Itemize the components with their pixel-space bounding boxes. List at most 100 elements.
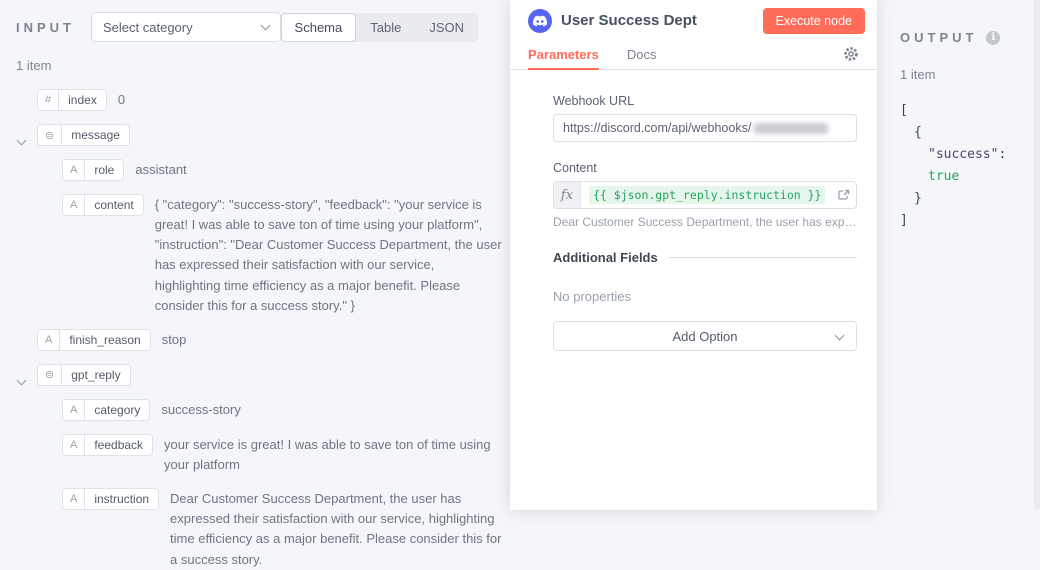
json-key: "success" bbox=[928, 147, 998, 162]
fx-icon: fx bbox=[554, 182, 581, 208]
schema-pill-index[interactable]: # index bbox=[37, 89, 107, 111]
schema-pill-instruction[interactable]: A instruction bbox=[62, 488, 159, 510]
additional-fields-title: Additional Fields bbox=[553, 250, 658, 265]
add-option-select[interactable]: Add Option bbox=[553, 321, 857, 351]
schema-tree: # index 0 ⊜ message A role assistant A bbox=[0, 89, 510, 570]
schema-value: 0 bbox=[118, 89, 125, 110]
collapse-toggle-icon[interactable] bbox=[18, 131, 25, 149]
schema-pill-feedback[interactable]: A feedback bbox=[62, 434, 153, 456]
output-item-count: 1 item bbox=[877, 45, 1040, 82]
display-mode-tabs: Schema Table JSON bbox=[281, 13, 478, 42]
webhook-url-input[interactable]: https://discord.com/api/webhooks/ bbox=[553, 114, 857, 142]
tab-json[interactable]: JSON bbox=[415, 13, 478, 42]
string-type-icon: A bbox=[63, 160, 85, 180]
execute-node-button[interactable]: Execute node bbox=[763, 8, 865, 34]
schema-pill-message[interactable]: ⊜ message bbox=[37, 124, 130, 146]
object-type-icon: ⊜ bbox=[38, 365, 62, 385]
json-line: } bbox=[900, 188, 1040, 210]
schema-key: message bbox=[62, 125, 129, 145]
json-boolean-value: true bbox=[928, 169, 959, 184]
schema-pill-role[interactable]: A role bbox=[62, 159, 124, 181]
content-field: Content fx {{ $json.gpt_reply.instructio… bbox=[553, 161, 857, 229]
schema-value: assistant bbox=[135, 159, 186, 180]
schema-pill-finish-reason[interactable]: A finish_reason bbox=[37, 329, 151, 351]
canvas-edge bbox=[1034, 0, 1040, 510]
schema-key: finish_reason bbox=[60, 330, 149, 350]
schema-pill-gpt-reply[interactable]: ⊜ gpt_reply bbox=[37, 364, 131, 386]
string-type-icon: A bbox=[63, 195, 85, 215]
input-panel-title: INPUT bbox=[16, 20, 75, 35]
json-line: ] bbox=[900, 210, 1040, 232]
tab-table[interactable]: Table bbox=[356, 13, 415, 42]
content-expression-input[interactable]: fx {{ $json.gpt_reply.instruction }} bbox=[553, 181, 857, 209]
schema-pill-category[interactable]: A category bbox=[62, 399, 150, 421]
content-expression-value: {{ $json.gpt_reply.instruction }} bbox=[589, 186, 825, 204]
collapse-toggle-icon[interactable] bbox=[18, 371, 25, 389]
chevron-down-icon bbox=[260, 21, 270, 31]
category-select[interactable]: Select category bbox=[91, 12, 281, 42]
object-type-icon: ⊜ bbox=[38, 125, 62, 145]
string-type-icon: A bbox=[63, 400, 85, 420]
tree-row-role: A role assistant bbox=[62, 159, 502, 181]
schema-key: category bbox=[85, 400, 149, 420]
additional-fields-section: Additional Fields bbox=[553, 250, 857, 265]
tree-row-feedback: A feedback your service is great! I was … bbox=[62, 434, 502, 475]
tree-row-message: ⊜ message bbox=[37, 124, 502, 146]
schema-key: instruction bbox=[85, 489, 158, 509]
schema-key: index bbox=[59, 90, 106, 110]
string-type-icon: A bbox=[63, 489, 85, 509]
tab-schema[interactable]: Schema bbox=[281, 13, 357, 42]
output-json-view: [ { "success": true } ] bbox=[877, 82, 1040, 232]
input-panel: INPUT Select category Schema Table JSON … bbox=[0, 0, 510, 510]
node-settings-panel: User Success Dept Execute node Parameter… bbox=[510, 0, 877, 510]
tab-docs[interactable]: Docs bbox=[627, 39, 657, 69]
content-label: Content bbox=[553, 161, 857, 175]
schema-value: your service is great! I was able to sav… bbox=[164, 434, 502, 475]
json-line: { bbox=[900, 122, 1040, 144]
node-header: User Success Dept Execute node bbox=[510, 0, 877, 36]
discord-icon bbox=[528, 9, 552, 33]
gear-icon[interactable] bbox=[843, 46, 859, 62]
schema-pill-content[interactable]: A content bbox=[62, 194, 144, 216]
category-select-value: Select category bbox=[103, 20, 193, 35]
input-panel-header: INPUT Select category Schema Table JSON bbox=[0, 0, 510, 48]
node-parameters-body: Webhook URL https://discord.com/api/webh… bbox=[510, 70, 877, 351]
webhook-url-value: https://discord.com/api/webhooks/ bbox=[563, 121, 751, 135]
section-divider bbox=[668, 257, 857, 258]
tab-parameters[interactable]: Parameters bbox=[528, 39, 599, 69]
node-tabs: Parameters Docs bbox=[510, 39, 877, 70]
output-panel-header: OUTPUT i bbox=[877, 0, 1040, 45]
add-option-label: Add Option bbox=[672, 329, 737, 344]
schema-value: success-story bbox=[161, 399, 240, 420]
webhook-url-field: Webhook URL https://discord.com/api/webh… bbox=[553, 94, 857, 142]
string-type-icon: A bbox=[63, 435, 85, 455]
number-type-icon: # bbox=[38, 90, 59, 110]
output-panel-title: OUTPUT bbox=[900, 30, 977, 45]
schema-key: role bbox=[85, 160, 123, 180]
tree-row-content: A content { "category": "success-story",… bbox=[62, 194, 502, 316]
node-title: User Success Dept bbox=[561, 12, 697, 29]
json-line: [ bbox=[900, 100, 1040, 122]
expression-preview: Dear Customer Success Department, the us… bbox=[553, 215, 857, 229]
open-expression-editor-icon[interactable] bbox=[838, 189, 850, 201]
schema-key: content bbox=[85, 195, 142, 215]
info-icon[interactable]: i bbox=[986, 31, 1000, 45]
tree-row-index: # index 0 bbox=[37, 89, 502, 111]
tree-row-finish-reason: A finish_reason stop bbox=[37, 329, 502, 351]
redacted-webhook-token bbox=[754, 123, 828, 134]
chevron-down-icon bbox=[835, 331, 845, 341]
json-line: "success": true bbox=[900, 144, 1040, 188]
json-separator: : bbox=[998, 147, 1006, 162]
schema-key: feedback bbox=[85, 435, 152, 455]
tree-row-gpt-reply: ⊜ gpt_reply bbox=[37, 364, 502, 386]
string-type-icon: A bbox=[38, 330, 60, 350]
schema-value: Dear Customer Success Department, the us… bbox=[170, 488, 502, 570]
output-panel: OUTPUT i 1 item [ { "success": true } ] bbox=[877, 0, 1040, 510]
schema-key: gpt_reply bbox=[62, 365, 129, 385]
schema-value: stop bbox=[162, 329, 187, 350]
webhook-url-label: Webhook URL bbox=[553, 94, 857, 108]
tree-row-category: A category success-story bbox=[62, 399, 502, 421]
schema-value: { "category": "success-story", "feedback… bbox=[155, 194, 502, 316]
no-properties-text: No properties bbox=[553, 289, 857, 304]
input-item-count: 1 item bbox=[0, 48, 510, 89]
